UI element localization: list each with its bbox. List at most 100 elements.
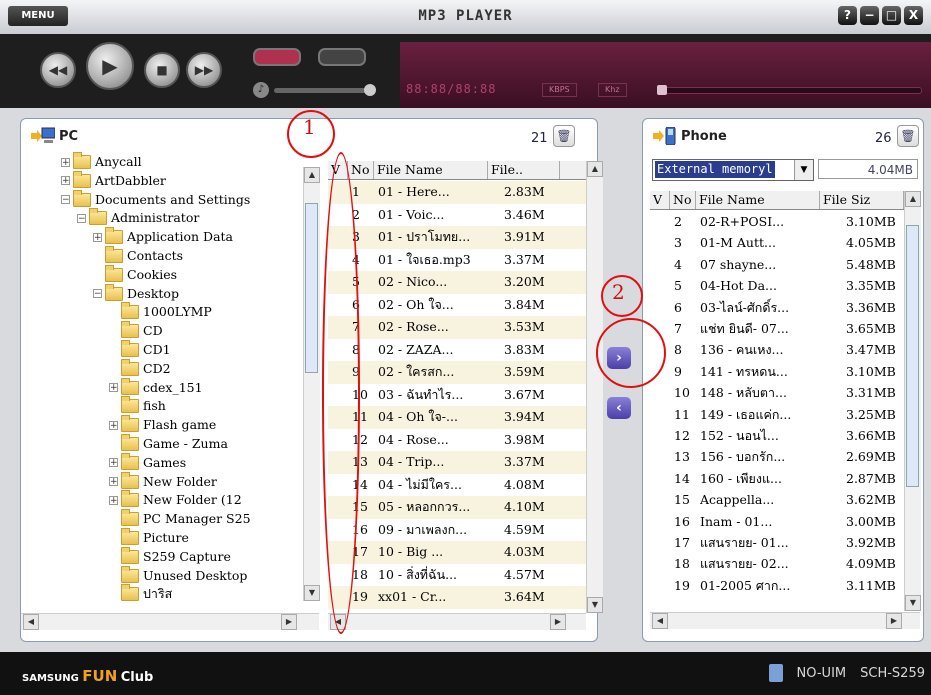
repeat-toggle[interactable] xyxy=(253,48,301,66)
tree-node[interactable]: − Administrator xyxy=(77,208,199,227)
file-row[interactable]: 11 149 - เธอแค่ก... 3.25MB xyxy=(650,404,904,425)
help-button[interactable]: ? xyxy=(838,6,857,25)
file-row[interactable]: 14 160 - เพียงแ... 2.87MB xyxy=(650,468,904,489)
volume-knob[interactable] xyxy=(364,84,376,96)
tree-node[interactable]: CD1 xyxy=(109,340,171,359)
file-row[interactable]: 13 04 - Trip... 3.37M xyxy=(328,451,586,474)
file-row[interactable]: 3 01-M Autt... 4.05MB xyxy=(650,232,904,253)
tree-node[interactable]: CD xyxy=(109,321,163,340)
tree-node[interactable]: ปาริส xyxy=(109,584,172,603)
file-row[interactable]: 5 04-Hot Da... 3.35MB xyxy=(650,275,904,296)
tree-node[interactable]: PC Manager S25 xyxy=(109,509,251,528)
file-row[interactable]: 11 04 - Oh ใจ-... 3.94M xyxy=(328,406,586,429)
file-row[interactable]: 14 04 - ไม่มีใคร... 4.08M xyxy=(328,474,586,497)
scroll-down-icon[interactable]: ▼ xyxy=(304,585,320,601)
tree-node[interactable]: Contacts xyxy=(93,246,183,265)
file-row[interactable]: 4 07 shayne... 5.48MB xyxy=(650,254,904,275)
file-row[interactable]: 10 03 - ฉันทำไร... 3.67M xyxy=(328,384,586,407)
column-no[interactable]: No xyxy=(670,191,696,209)
file-row[interactable]: 6 02 - Oh ใจ... 3.84M xyxy=(328,294,586,317)
file-row[interactable]: 7 แช่ท ยินดี- 07... 3.65MB xyxy=(650,318,904,339)
fast-forward-button[interactable]: ▶▶ xyxy=(186,52,222,88)
expand-icon[interactable]: + xyxy=(61,176,70,186)
tree-node[interactable]: + Application Data xyxy=(93,227,233,246)
phone-grid-vscrollbar[interactable]: ▲ ▼ xyxy=(904,191,921,611)
tree-node[interactable]: Unused Desktop xyxy=(109,565,247,585)
seek-knob[interactable] xyxy=(657,85,667,95)
file-row[interactable]: 16 Inam - 01... 3.00MB xyxy=(650,511,904,532)
expand-icon[interactable]: + xyxy=(93,232,102,242)
scroll-left-icon[interactable]: ◀ xyxy=(23,614,39,630)
file-row[interactable]: 6 03-ไลน์-ศักดิ์ร... 3.36MB xyxy=(650,297,904,318)
shuffle-toggle[interactable] xyxy=(318,48,366,66)
column-file-size[interactable]: File.. xyxy=(488,161,560,179)
scroll-right-icon[interactable]: ▶ xyxy=(281,614,297,630)
scroll-up-icon[interactable]: ▲ xyxy=(905,191,921,207)
phone-delete-button[interactable]: 🗑 xyxy=(897,125,919,147)
pc-grid-vscrollbar[interactable]: ▲ ▼ xyxy=(586,161,603,613)
expand-icon[interactable]: + xyxy=(109,420,118,430)
file-row[interactable]: 5 02 - Nico... 3.20M xyxy=(328,271,586,294)
file-row[interactable]: 15 Acappella... 3.62MB xyxy=(650,489,904,510)
collapse-icon[interactable]: − xyxy=(93,289,102,299)
close-button[interactable]: X xyxy=(904,6,923,25)
tree-node[interactable]: + Flash game xyxy=(109,415,216,434)
tree-node[interactable]: Cookies xyxy=(93,264,177,284)
file-row[interactable]: 2 02-R+POSI... 3.10MB xyxy=(650,211,904,232)
file-row[interactable]: 7 02 - Rose... 3.53M xyxy=(328,316,586,339)
column-v[interactable]: V xyxy=(650,191,670,209)
file-row[interactable]: 16 09 - มาเพลงก... 4.59M xyxy=(328,519,586,542)
phone-scroll-thumb[interactable] xyxy=(906,225,919,487)
tree-node[interactable]: + cdex_151 xyxy=(109,377,203,397)
file-row[interactable]: 1 01 - Here... 2.83M xyxy=(328,181,586,204)
column-file-name[interactable]: File Name xyxy=(374,161,488,179)
file-row[interactable]: 12 04 - Rose... 3.98M xyxy=(328,429,586,452)
scroll-down-icon[interactable]: ▼ xyxy=(905,595,921,611)
file-row[interactable]: 8 136 - คนเหง... 3.47MB xyxy=(650,339,904,360)
seek-bar[interactable] xyxy=(657,85,922,95)
tree-vscrollbar[interactable]: ▲ ▼ xyxy=(303,167,320,601)
file-row[interactable]: 18 แสนรายย- 02... 4.09MB xyxy=(650,553,904,574)
column-file-name[interactable]: File Name xyxy=(696,191,820,209)
pc-delete-button[interactable]: 🗑 xyxy=(553,125,575,147)
expand-icon[interactable]: + xyxy=(109,458,118,468)
file-row[interactable]: 19 xx01 - Cr... 3.64M xyxy=(328,586,586,609)
phone-grid-hscrollbar[interactable]: ◀ ▶ xyxy=(650,612,920,629)
expand-icon[interactable]: + xyxy=(109,477,118,487)
tree-node[interactable]: − Desktop xyxy=(93,283,179,303)
tree-node[interactable]: fish xyxy=(109,396,166,415)
file-row[interactable]: 19 01-2005 ศาก... 3.11MB xyxy=(650,575,904,596)
tree-node[interactable]: S259 Capture xyxy=(109,546,231,566)
tree-node[interactable]: 1000LYMP xyxy=(109,302,212,321)
minimize-button[interactable]: − xyxy=(860,6,879,25)
column-no[interactable]: No xyxy=(348,161,374,179)
file-row[interactable]: 13 156 - บอกรัก... 2.69MB xyxy=(650,446,904,467)
file-row[interactable]: 12 152 - นอนไ... 3.66MB xyxy=(650,425,904,446)
scroll-up-icon[interactable]: ▲ xyxy=(587,161,603,177)
memory-select[interactable]: External memoryl ▼ xyxy=(652,159,814,181)
tree-node[interactable]: + New Folder xyxy=(109,471,217,491)
expand-icon[interactable]: + xyxy=(109,383,118,393)
collapse-icon[interactable]: − xyxy=(61,195,70,205)
file-row[interactable]: 9 141 - ทรหดน... 3.10MB xyxy=(650,361,904,382)
tree-node[interactable]: CD2 xyxy=(109,358,171,378)
file-row[interactable]: 10 148 - หลับตา... 3.31MB xyxy=(650,382,904,403)
file-row[interactable]: 3 01 - ปราโมทย... 3.91M xyxy=(328,226,586,249)
copy-to-pc-button[interactable]: ‹ xyxy=(607,397,631,419)
tree-node[interactable]: + New Folder (12 xyxy=(109,490,242,509)
tree-hscrollbar[interactable]: ◀ ▶ xyxy=(21,613,319,630)
file-row[interactable]: 15 05 - หลอกกวร... 4.10M xyxy=(328,496,586,519)
collapse-icon[interactable]: − xyxy=(77,213,86,223)
file-row[interactable]: 18 10 - สิ่งที่ฉัน... 4.57M xyxy=(328,564,586,587)
pc-grid-hscrollbar[interactable]: ◀ ▶ xyxy=(328,613,586,630)
column-file-size[interactable]: File Siz xyxy=(820,191,904,209)
file-row[interactable]: 2 01 - Voic... 3.46M xyxy=(328,204,586,227)
play-button[interactable]: ▶ xyxy=(86,42,134,90)
scroll-down-icon[interactable]: ▼ xyxy=(587,597,603,613)
tree-node[interactable]: + ArtDabbler xyxy=(61,170,166,190)
rewind-button[interactable]: ◀◀ xyxy=(40,52,76,88)
stop-button[interactable]: ■ xyxy=(144,52,180,88)
expand-icon[interactable]: + xyxy=(61,157,70,167)
tree-node[interactable]: − Documents and Settings xyxy=(61,189,250,209)
expand-icon[interactable]: + xyxy=(109,495,118,505)
